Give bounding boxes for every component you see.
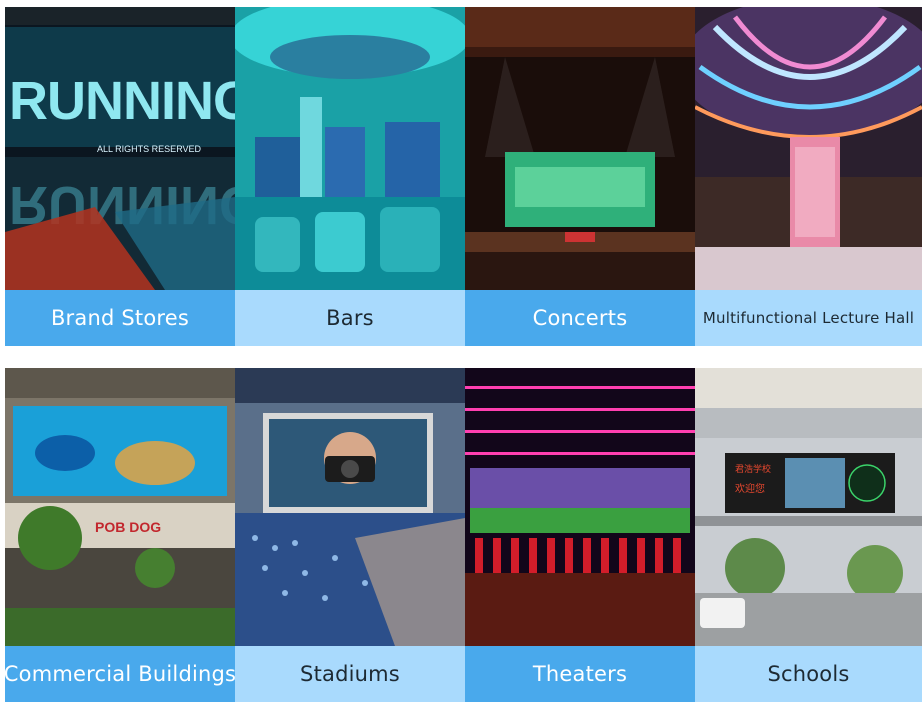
label-bars: Bars [235, 290, 465, 346]
label-theaters: Theaters [465, 646, 695, 702]
svg-text:POB DOG: POB DOG [95, 519, 161, 535]
stadiums-photo [235, 368, 465, 646]
tile-bars: Bars [235, 7, 465, 346]
label-stadiums: Stadiums [235, 646, 465, 702]
svg-text:君浩学校: 君浩学校 [735, 463, 771, 475]
brand-stores-photo: RUNNING ALL RIGHTS RESERVED RUNNING [5, 7, 235, 290]
label-commercial-buildings: Commercial Buildings [5, 646, 235, 702]
schools-photo: 君浩学校 欢迎您 [695, 368, 922, 646]
svg-text:欢迎您: 欢迎您 [735, 482, 765, 495]
bars-photo [235, 7, 465, 290]
tile-brand-stores: RUNNING ALL RIGHTS RESERVED RUNNING Bran… [5, 7, 235, 346]
commercial-buildings-photo: POB DOG [5, 368, 235, 646]
svg-text:RUNNING: RUNNING [9, 71, 235, 131]
tile-stadiums: Stadiums [235, 368, 465, 702]
lecture-hall-photo [695, 7, 922, 290]
tile-concerts: Concerts [465, 7, 695, 346]
application-scenarios-grid: RUNNING ALL RIGHTS RESERVED RUNNING Bran… [0, 0, 922, 702]
label-schools: Schools [695, 646, 922, 702]
svg-text:ALL RIGHTS RESERVED: ALL RIGHTS RESERVED [97, 144, 202, 154]
tile-theaters: Theaters [465, 368, 695, 702]
label-brand-stores: Brand Stores [5, 290, 235, 346]
tile-multifunctional-lecture-hall: Multifunctional Lecture Hall [695, 7, 922, 346]
concerts-photo [465, 7, 695, 290]
tile-schools: 君浩学校 欢迎您 Schools [695, 368, 922, 702]
theaters-photo [465, 368, 695, 646]
label-multifunctional-lecture-hall: Multifunctional Lecture Hall [695, 290, 922, 346]
tile-commercial-buildings: POB DOG Commercial Buildings [5, 368, 235, 702]
label-concerts: Concerts [465, 290, 695, 346]
